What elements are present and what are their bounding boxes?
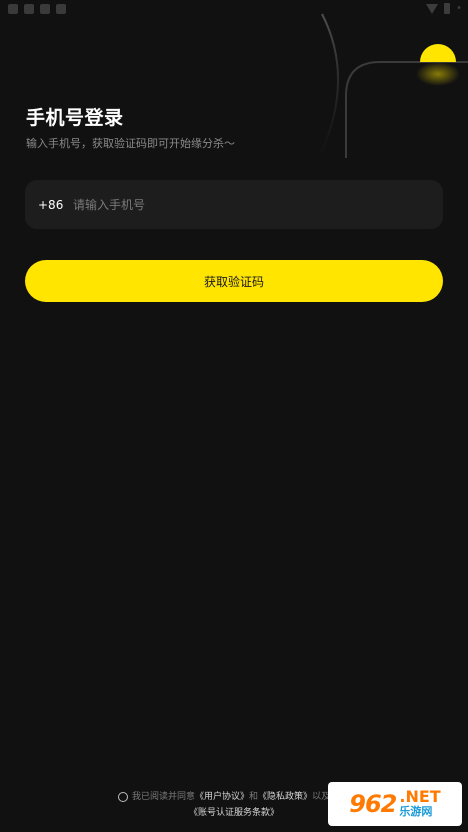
watermark-net: .NET bbox=[399, 787, 441, 806]
status-time: • bbox=[456, 3, 462, 14]
phone-number-input[interactable] bbox=[71, 179, 443, 230]
notification-icon bbox=[40, 4, 50, 14]
notification-icon bbox=[56, 4, 66, 14]
agreement-line: 我已阅读并同意 《用户协议》 和 《隐私政策》 以及 bbox=[118, 789, 338, 805]
notification-icon bbox=[24, 4, 34, 14]
watermark-text: .NET 乐游网 bbox=[399, 789, 440, 819]
agreement-line: 《账号认证服务条款》 bbox=[189, 805, 338, 821]
sun-icon bbox=[420, 44, 456, 62]
account-terms-link[interactable]: 《账号认证服务条款》 bbox=[189, 808, 279, 818]
decorative-arcs bbox=[317, 13, 468, 161]
watermark-site: 乐游网 bbox=[399, 805, 433, 818]
page-subtitle: 输入手机号，获取验证码即可开始缘分杀～ bbox=[26, 137, 235, 150]
user-agreement-link[interactable]: 《用户协议》 bbox=[195, 789, 249, 805]
status-bar: • bbox=[0, 0, 468, 20]
agreement-prefix: 我已阅读并同意 bbox=[132, 792, 196, 802]
status-notification-icons bbox=[8, 4, 66, 14]
privacy-policy-link[interactable]: 《隐私政策》 bbox=[258, 789, 312, 805]
get-code-button[interactable]: 获取验证码 bbox=[25, 260, 443, 302]
sun-glow bbox=[416, 62, 460, 86]
battery-icon bbox=[444, 3, 451, 14]
agreement-and: 和 bbox=[249, 792, 259, 802]
page-title: 手机号登录 bbox=[26, 107, 124, 129]
arc-line bbox=[317, 13, 340, 161]
agreement: 我已阅读并同意 《用户协议》 和 《隐私政策》 以及 《账号认证服务条款》 bbox=[118, 789, 338, 821]
watermark-logo: 962 .NET 乐游网 bbox=[328, 782, 462, 826]
wifi-icon bbox=[426, 3, 439, 14]
phone-input-box[interactable]: +86 bbox=[25, 179, 443, 230]
status-system-icons: • bbox=[426, 3, 462, 14]
frame-line bbox=[345, 61, 468, 158]
watermark-number: 962 bbox=[349, 790, 397, 818]
agree-radio[interactable] bbox=[118, 792, 128, 802]
country-code[interactable]: +86 bbox=[38, 198, 68, 212]
notification-icon bbox=[8, 4, 18, 14]
